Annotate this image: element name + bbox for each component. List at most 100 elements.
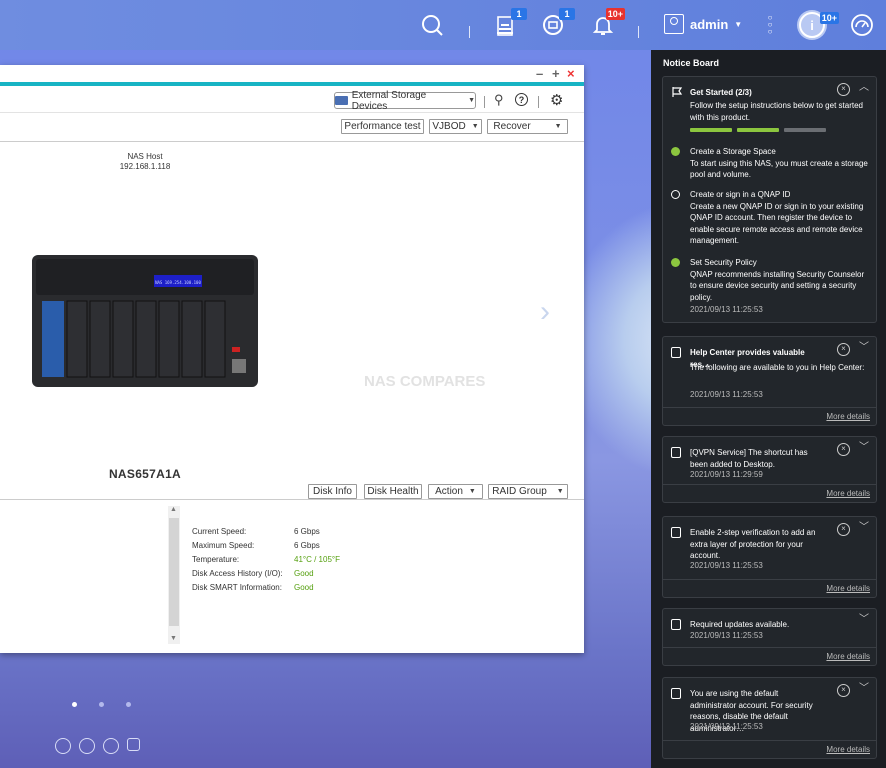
close-button[interactable]: × [567, 66, 575, 81]
disk-details: Current Speed: 6 Gbps Maximum Speed: 6 Gbps… [192, 525, 340, 595]
separator [638, 26, 639, 38]
page-dot[interactable] [99, 702, 104, 707]
notice-badge: 10+ [819, 12, 839, 24]
notice-board-panel: Notice Board Get Started (2/3) × ︿ Follo… [651, 50, 886, 768]
raid-group-dropdown[interactable]: RAID Group ▼ [488, 484, 568, 499]
minimize-button[interactable]: – [536, 66, 543, 81]
notice-card[interactable]: You are using the default administrator … [662, 677, 877, 759]
desktop-pager [72, 702, 131, 707]
nas-device-image[interactable]: NAS 169.254.100.100 [32, 255, 258, 387]
step-description: QNAP recommends installing Security Coun… [690, 269, 865, 302]
close-icon[interactable]: × [837, 443, 850, 456]
settings-icon[interactable]: ⚙ [550, 91, 563, 109]
more-details-link[interactable]: More details [826, 744, 870, 756]
background-tasks-icon[interactable]: 1 [491, 8, 527, 39]
user-menu[interactable]: admin ▼ [664, 14, 742, 34]
setup-step[interactable]: Set Security Policy QNAP recommends insta… [671, 257, 871, 303]
setup-progress [690, 128, 826, 132]
chevron-down-icon[interactable]: ﹀ [859, 342, 869, 354]
app-icon[interactable] [103, 738, 119, 754]
search-tools-icon[interactable]: ⚲ [494, 92, 504, 108]
separator [469, 26, 470, 38]
chevron-down-icon: ▼ [556, 488, 564, 495]
chevron-down-icon: ▼ [468, 488, 476, 495]
more-details-link[interactable]: More details [826, 411, 870, 423]
detail-value: Good [294, 569, 314, 578]
close-icon[interactable]: × [837, 83, 850, 96]
chevron-down-icon[interactable]: ﹀ [859, 614, 869, 626]
more-details-link[interactable]: More details [826, 583, 870, 595]
details-scrollbar[interactable]: ▲ ▼ [168, 506, 180, 644]
vjbod-dropdown[interactable]: VJBOD ▼ [429, 119, 482, 134]
help-icon[interactable]: ? [515, 93, 528, 106]
setup-step[interactable]: Create or sign in a QNAP ID Create a new … [671, 189, 871, 247]
chevron-down-icon[interactable]: ﹀ [859, 683, 869, 695]
storage-window: – + × External Storage Devices ▼ ⚲ ? ⚙ P… [0, 65, 584, 653]
search-icon[interactable] [418, 11, 446, 39]
maximize-button[interactable]: + [552, 66, 560, 81]
more-details-link[interactable]: More details [826, 488, 870, 500]
chevron-down-icon[interactable]: ﹀ [859, 522, 869, 534]
page-dot[interactable] [72, 702, 77, 707]
notice-card[interactable]: Enable 2-step verification to add an ext… [662, 516, 877, 598]
app-icon[interactable] [79, 738, 95, 754]
window-toolbar: External Storage Devices ▼ ⚲ ? ⚙ [0, 86, 584, 113]
app-icon[interactable] [127, 738, 140, 751]
desktop-dock [55, 738, 140, 754]
card-title: Enable 2-step verification to add an ext… [690, 528, 816, 560]
raid-group-label: RAID Group [492, 486, 547, 497]
progress-segment [690, 128, 732, 132]
performance-test-label: Performance test [344, 121, 421, 132]
more-details-link[interactable]: More details [826, 651, 870, 663]
scroll-thumb[interactable] [169, 518, 179, 626]
performance-test-button[interactable]: Performance test [341, 119, 424, 134]
notice-card[interactable]: [QVPN Service] The shortcut has been add… [662, 436, 877, 503]
external-device-icon[interactable]: 1 [539, 8, 575, 39]
notice-board-button[interactable]: i 10+ [797, 10, 839, 40]
close-icon[interactable]: × [837, 684, 850, 697]
timestamp: 2021/09/13 11:25:53 [690, 561, 763, 570]
recover-dropdown[interactable]: Recover ▼ [487, 119, 568, 134]
page-dot[interactable] [126, 702, 131, 707]
close-icon[interactable]: × [837, 523, 850, 536]
host-ip: 192.168.1.118 [119, 162, 171, 171]
detail-row: Current Speed: 6 Gbps [192, 525, 320, 539]
notice-card[interactable]: Help Center provides valuable res… × ﹀ The … [662, 336, 877, 426]
card-title: [QVPN Service] The shortcut has been add… [690, 448, 808, 469]
vjbod-label: VJBOD [432, 121, 466, 132]
storage-device-icon [335, 96, 348, 105]
lcd-text: NAS 169.254.100.100 [155, 280, 201, 285]
card-subtitle: Follow the setup instructions below to g… [690, 101, 863, 122]
timestamp: 2021/09/13 11:25:53 [690, 305, 763, 314]
scroll-up-icon[interactable]: ▲ [170, 506, 177, 513]
get-started-card: Get Started (2/3) × ︿ Follow the setup i… [662, 76, 877, 323]
watermark: NAS COMPARES [364, 373, 486, 390]
chevron-down-icon: ▼ [554, 123, 562, 130]
chevron-up-icon[interactable]: ︿ [859, 82, 869, 94]
detail-row: Temperature: 41°C / 105°F [192, 553, 340, 567]
toolbar-separator [484, 96, 485, 108]
disk-health-label: Disk Health [367, 486, 419, 497]
detail-label: Current Speed: [192, 527, 247, 536]
scroll-down-icon[interactable]: ▼ [170, 635, 177, 642]
setup-step[interactable]: Create a Storage Space To start using thi… [671, 146, 871, 181]
more-options-icon[interactable]: ○ ○ ○ [765, 14, 775, 36]
nas-host-info: NAS Host 192.168.1.118 [0, 152, 290, 172]
event-notifications-icon[interactable]: 10+ [589, 8, 625, 39]
close-icon[interactable]: × [837, 343, 850, 356]
step-title: Create or sign in a QNAP ID [690, 190, 791, 199]
app-icon[interactable] [55, 738, 71, 754]
disk-info-button[interactable]: Disk Info [308, 484, 357, 499]
disk-action-bar: Disk Info Disk Health Action ▼ RAID Group… [0, 482, 584, 500]
detail-row: Disk SMART Information: Good [192, 581, 314, 595]
step-title: Set Security Policy [690, 258, 757, 267]
disk-health-button[interactable]: Disk Health [364, 484, 422, 499]
dashboard-icon[interactable] [848, 11, 876, 39]
timestamp: 2021/09/13 11:25:53 [690, 631, 763, 640]
action-dropdown[interactable]: Action ▼ [428, 484, 483, 499]
chevron-down-icon[interactable]: ﹀ [859, 442, 869, 454]
chevron-right-icon[interactable]: › [540, 295, 550, 329]
notice-card[interactable]: Required updates available. ﹀ 2021/09/13 1… [662, 608, 877, 666]
external-storage-dropdown[interactable]: External Storage Devices ▼ [334, 90, 476, 112]
window-titlebar[interactable]: – + × [0, 65, 584, 86]
